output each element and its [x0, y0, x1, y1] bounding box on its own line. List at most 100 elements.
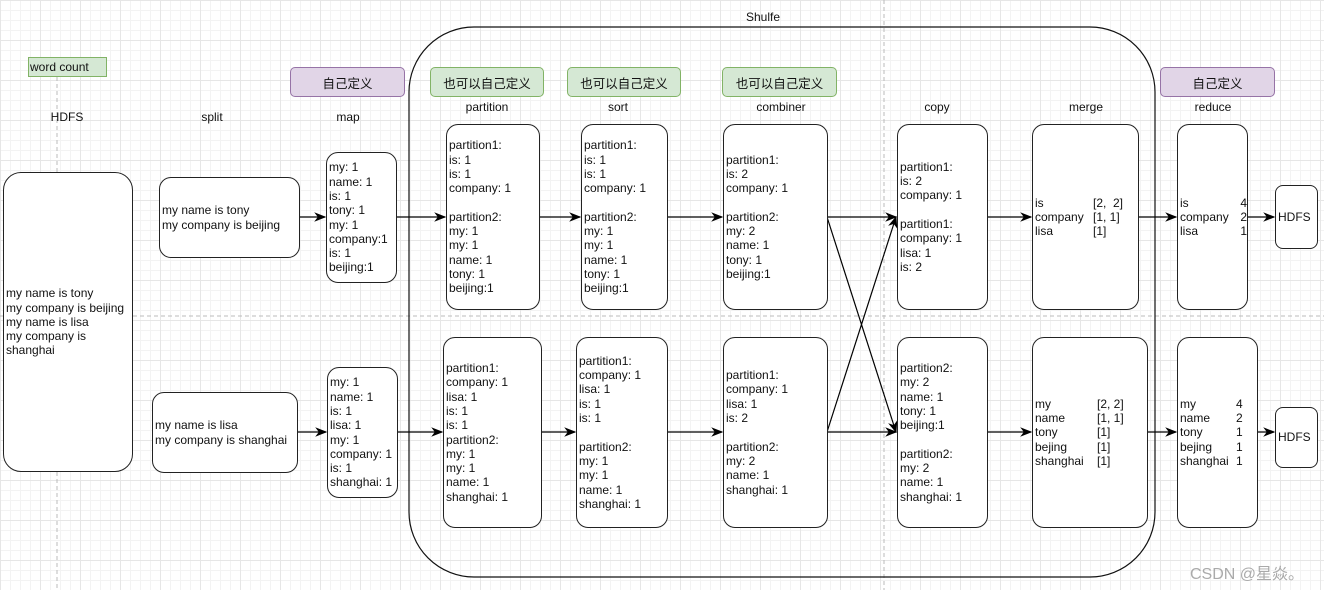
box-line: partition1:: [584, 138, 637, 153]
word-value: 1: [1236, 439, 1243, 454]
word-key: bejing: [1035, 439, 1068, 454]
box-line: tony: 1: [584, 267, 621, 282]
box-line: my company is shanghai: [155, 432, 288, 447]
combiner-box-2: partition1: company: 1 lisa: 1 is: 2 partit…: [723, 337, 828, 528]
map-box-1: my: 1 name: 1 is: 1 tony: 1 my: 1 company:1 is…: [326, 152, 397, 283]
box-line: company:1: [329, 231, 388, 246]
box-line: [900, 203, 987, 217]
box-line: beijing:1: [329, 260, 374, 275]
tag-sort: 也可以自己定义: [567, 67, 681, 97]
box-line: partition2:: [584, 209, 637, 224]
word-key: my: [1035, 396, 1051, 411]
box-line: my: 2: [726, 224, 756, 239]
box-line: partition2:: [900, 446, 953, 461]
box-line: tony: 1: [449, 267, 486, 282]
hdfs-output-2: HDFS: [1275, 407, 1318, 468]
sort-box-2: partition1: company: 1 lisa: 1 is: 1 is: 1 p…: [576, 337, 668, 528]
box-line: lisa: 1: [726, 396, 758, 411]
box-line: tony: 1: [329, 203, 366, 218]
word-key: company: [1035, 209, 1084, 224]
reduce-box-1: is 4 company 2 lisa 1: [1177, 124, 1248, 310]
box-line: my: 2: [726, 453, 756, 468]
box-line: my company is beijing: [6, 300, 125, 315]
tag-combiner: 也可以自己定义: [722, 67, 837, 97]
hdfs-input-box: my name is tony my company is beijing my n…: [3, 172, 133, 472]
box-line: company: 1: [330, 446, 393, 461]
box-line: is: 2: [726, 166, 749, 181]
table-row: tony 1: [1180, 425, 1257, 439]
box-line: lisa: 1: [446, 389, 478, 404]
box-line: is: 1: [584, 152, 607, 167]
box-line: is: 1: [329, 188, 352, 203]
box-line: my: 1: [579, 468, 609, 483]
box-line: partition2:: [449, 209, 502, 224]
table-row: name 2: [1180, 411, 1257, 425]
box-line: name: 1: [900, 475, 944, 490]
box-line: name: 1: [579, 482, 623, 497]
word-value: 2: [1240, 209, 1247, 224]
box-line: lisa: 1: [579, 382, 611, 397]
box-line: name: 1: [584, 252, 628, 267]
word-value: [1]: [1097, 453, 1111, 468]
box-line: tony: 1: [726, 252, 763, 267]
word-value: 1: [1236, 453, 1243, 468]
word-key: is: [1180, 195, 1189, 210]
box-line: shanghai: 1: [726, 482, 789, 497]
word-key: tony: [1180, 425, 1203, 440]
box-line: partition2:: [726, 209, 779, 224]
box-line: is: 1: [330, 461, 353, 476]
box-line: partition2:: [579, 439, 632, 454]
reduce-box-2: my 4 name 2 tony 1 bejing 1 shanghai 1: [1177, 337, 1258, 528]
box-line: my: 1: [449, 238, 479, 253]
stage-split: split: [201, 110, 223, 124]
box-line: my: 1: [330, 375, 360, 390]
box-line: company: 1: [446, 375, 509, 390]
map-box-2: my: 1 name: 1 is: 1 lisa: 1 my: 1 company: 1i…: [327, 367, 398, 498]
box-line: [579, 425, 667, 439]
partition-box-2: partition1: company: 1 lisa: 1 is: 1 is: 1 pa…: [443, 337, 542, 528]
box-line: shanghai: [6, 343, 55, 358]
diagram-canvas: word count Shulfe 自己定义 也可以自己定义 也可以自己定义 也…: [0, 0, 1324, 590]
box-line: is: 2: [900, 174, 923, 189]
diagram-title: word count: [28, 57, 107, 77]
box-line: my: 1: [446, 461, 476, 476]
stage-map: map: [336, 110, 360, 124]
merge-box-2: my [2, 2] name [1, 1] tony [1] bejing [1] shangh…: [1032, 337, 1148, 528]
box-line: name: 1: [726, 238, 770, 253]
word-key: tony: [1035, 425, 1058, 440]
box-line: partition2:: [446, 432, 499, 447]
box-line: partition1:: [579, 353, 632, 368]
box-line: partition1:: [446, 361, 499, 376]
box-line: my: 2: [900, 461, 930, 476]
word-value: [2, 2]: [1097, 396, 1124, 411]
hdfs-output-1: HDFS: [1275, 185, 1318, 249]
word-value: [2, 2]: [1093, 195, 1124, 210]
box-line: company: 1: [900, 231, 963, 246]
split-box-2: my name is lisa my company is shanghai: [152, 392, 298, 473]
box-line: partition1:: [900, 159, 953, 174]
box-line: shanghai: 1: [579, 496, 642, 511]
box-line: name: 1: [900, 389, 944, 404]
box-line: [900, 433, 987, 447]
box-line: beijing:1: [900, 418, 945, 433]
stage-partition: partition: [465, 100, 509, 114]
box-line: is: 1: [584, 166, 607, 181]
box-line: my: 1: [330, 432, 360, 447]
word-value: [1, 1]: [1093, 209, 1120, 224]
box-line: my company is: [6, 329, 87, 344]
word-key: shanghai: [1180, 453, 1229, 468]
table-row: shanghai 1: [1180, 454, 1257, 468]
box-line: my: 1: [579, 453, 609, 468]
stage-reduce: reduce: [1194, 100, 1232, 114]
box-line: is: 1: [449, 152, 472, 167]
box-line: my: 1: [329, 217, 359, 232]
word-key: my: [1180, 396, 1196, 411]
box-line: partition2:: [726, 439, 779, 454]
table-row: name [1, 1]: [1035, 411, 1147, 425]
copy-box-2: partition2: my: 2 name: 1 tony: 1 beijing:1 …: [897, 337, 988, 528]
box-line: shanghai: 1: [446, 489, 509, 504]
box-line: is: 1: [449, 166, 472, 181]
table-row: company [1, 1]: [1035, 210, 1138, 224]
combiner-box-1: partition1: is: 2 company: 1 partition2: my…: [723, 124, 828, 310]
box-line: my name is lisa: [155, 418, 238, 433]
